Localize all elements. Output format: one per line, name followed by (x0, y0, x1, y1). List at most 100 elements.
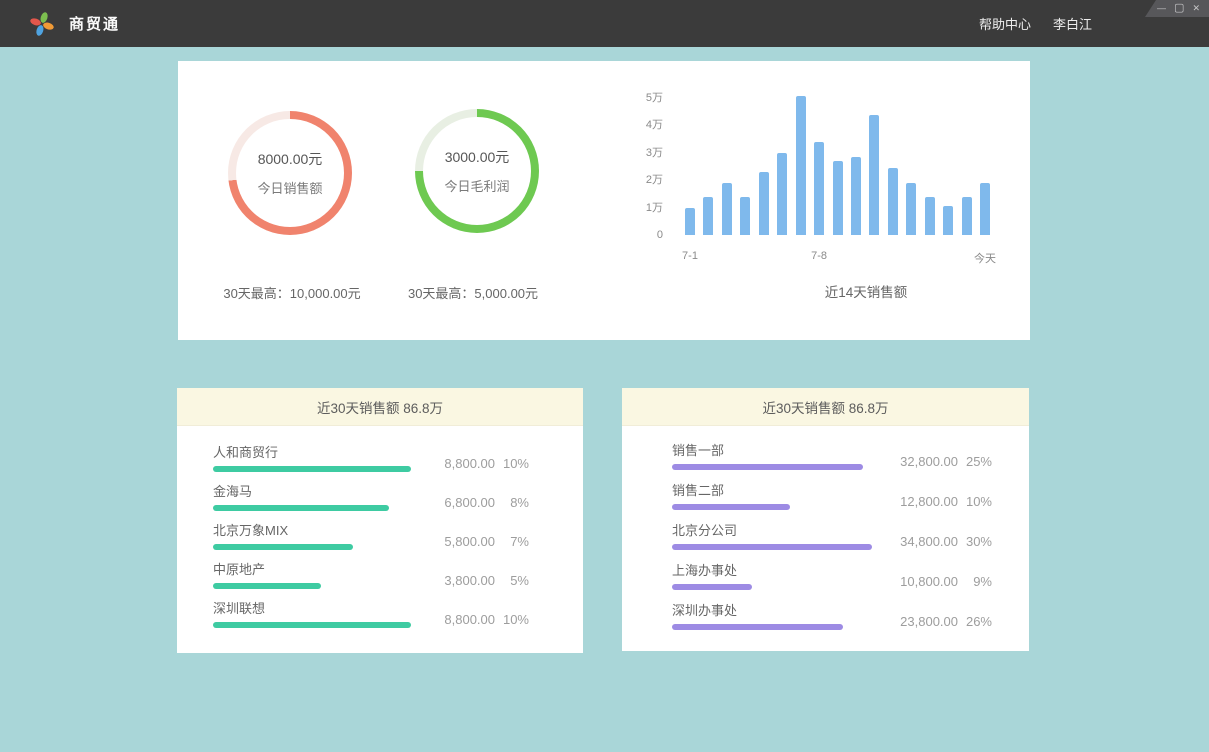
bar (703, 197, 713, 236)
item-numbers: 8,800.0010% (417, 456, 529, 471)
y-tick-label: 1万 (608, 201, 663, 215)
item-numbers: 10,800.009% (880, 574, 992, 589)
minimize-icon[interactable]: — (1157, 4, 1166, 13)
today-sales-30d-max: 30天最高：10,000.00元 (223, 283, 360, 302)
user-name-link[interactable]: 李白江 (1053, 14, 1092, 33)
item-value: 34,800.00 (880, 534, 958, 549)
item-value: 5,800.00 (417, 534, 495, 549)
item-value: 8,800.00 (417, 612, 495, 627)
item-bar (672, 624, 843, 630)
item-numbers: 23,800.0026% (880, 614, 992, 629)
maximize-icon[interactable]: ▢ (1174, 4, 1184, 13)
item-bar (213, 583, 321, 589)
list-item: 深圳联想8,800.0010% (213, 600, 529, 628)
today-sales-donut-center: 8000.00元 今日销售额 (236, 119, 344, 227)
item-percent: 30% (958, 534, 992, 549)
item-bar (672, 544, 872, 550)
today-sales-value: 8000.00元 (258, 149, 323, 169)
list-item: 人和商贸行8,800.0010% (213, 444, 529, 472)
bar (869, 115, 879, 235)
window-controls: — ▢ ✕ (1145, 0, 1209, 17)
item-percent: 5% (495, 573, 529, 588)
today-profit-label: 今日毛利润 (444, 176, 509, 195)
bar (796, 96, 806, 235)
item-numbers: 6,800.008% (417, 495, 529, 510)
bar (740, 197, 750, 236)
close-icon[interactable]: ✕ (1192, 4, 1200, 13)
y-tick-label: 3万 (608, 146, 663, 160)
item-value: 6,800.00 (417, 495, 495, 510)
today-sales-donut: 8000.00元 今日销售额 (228, 111, 352, 235)
bar (925, 197, 935, 236)
bar (685, 208, 695, 236)
bar (759, 172, 769, 235)
department-sales-card: 近30天销售额 86.8万 销售一部32,800.0025% 销售二部12,800… (622, 388, 1029, 651)
item-percent: 8% (495, 495, 529, 510)
item-numbers: 34,800.0030% (880, 534, 992, 549)
item-value: 23,800.00 (880, 614, 958, 629)
x-tick-label: 7-8 (811, 250, 827, 262)
bar (906, 183, 916, 235)
help-center-link[interactable]: 帮助中心 (979, 14, 1031, 33)
item-value: 12,800.00 (880, 494, 958, 509)
item-bar (672, 464, 863, 470)
list-item: 销售一部32,800.0025% (672, 442, 992, 470)
item-bar (213, 622, 411, 628)
bar (833, 161, 843, 235)
bar-chart-title: 近14天销售额 (825, 281, 908, 301)
customer-sales-card: 近30天销售额 86.8万 人和商贸行8,800.0010% 金海马6,800.0… (177, 388, 583, 653)
item-percent: 7% (495, 534, 529, 549)
item-numbers: 3,800.005% (417, 573, 529, 588)
bar (814, 142, 824, 236)
bar (777, 153, 787, 236)
today-sales-label: 今日销售额 (257, 178, 322, 197)
item-percent: 9% (958, 574, 992, 589)
today-profit-donut: 3000.00元 今日毛利润 (415, 109, 539, 233)
item-bar (213, 466, 411, 472)
summary-card: 8000.00元 今日销售额 30天最高：10,000.00元 3000.00元… (178, 61, 1030, 340)
item-numbers: 8,800.0010% (417, 612, 529, 627)
department-sales-list: 销售一部32,800.0025% 销售二部12,800.0010% 北京分公司34,… (622, 426, 1029, 630)
item-bar (213, 544, 353, 550)
item-bar (672, 504, 790, 510)
list-item: 金海马6,800.008% (213, 483, 529, 511)
today-profit-30d-max: 30天最高：5,000.00元 (408, 283, 538, 302)
x-tick-label: 今天 (974, 250, 996, 266)
item-bar (213, 505, 389, 511)
item-percent: 10% (495, 456, 529, 471)
item-value: 32,800.00 (880, 454, 958, 469)
item-numbers: 5,800.007% (417, 534, 529, 549)
item-percent: 25% (958, 454, 992, 469)
item-bar (672, 584, 752, 590)
customer-sales-list: 人和商贸行8,800.0010%金海马6,800.008%北京万象MIX5,80… (177, 426, 583, 628)
bar (851, 157, 861, 235)
item-percent: 10% (958, 494, 992, 509)
app-logo-icon (30, 12, 54, 36)
item-value: 3,800.00 (417, 573, 495, 588)
bar (962, 197, 972, 236)
bar (980, 183, 990, 235)
item-value: 8,800.00 (417, 456, 495, 471)
item-numbers: 32,800.0025% (880, 454, 992, 469)
x-tick-label: 7-1 (682, 250, 698, 262)
titlebar: 商贸通 帮助中心 李白江 — ▢ ✕ (0, 0, 1209, 47)
list-item: 上海办事处10,800.009% (672, 562, 992, 590)
bar (722, 183, 732, 235)
top-nav: 帮助中心 李白江 (979, 14, 1092, 33)
item-percent: 10% (495, 612, 529, 627)
list-item: 北京分公司34,800.0030% (672, 522, 992, 550)
app-title: 商贸通 (69, 13, 120, 34)
list-item: 中原地产3,800.005% (213, 561, 529, 589)
list-item: 销售二部12,800.0010% (672, 482, 992, 510)
department-sales-card-title: 近30天销售额 86.8万 (622, 388, 1029, 426)
y-tick-label: 4万 (608, 118, 663, 132)
today-profit-donut-center: 3000.00元 今日毛利润 (423, 117, 531, 225)
today-profit-value: 3000.00元 (445, 147, 510, 167)
list-item: 深圳办事处23,800.0026% (672, 602, 992, 630)
item-value: 10,800.00 (880, 574, 958, 589)
sales-bar-plot (685, 95, 990, 235)
bar (888, 168, 898, 235)
item-numbers: 12,800.0010% (880, 494, 992, 509)
y-tick-label: 0 (608, 228, 663, 242)
customer-sales-card-title: 近30天销售额 86.8万 (177, 388, 583, 426)
